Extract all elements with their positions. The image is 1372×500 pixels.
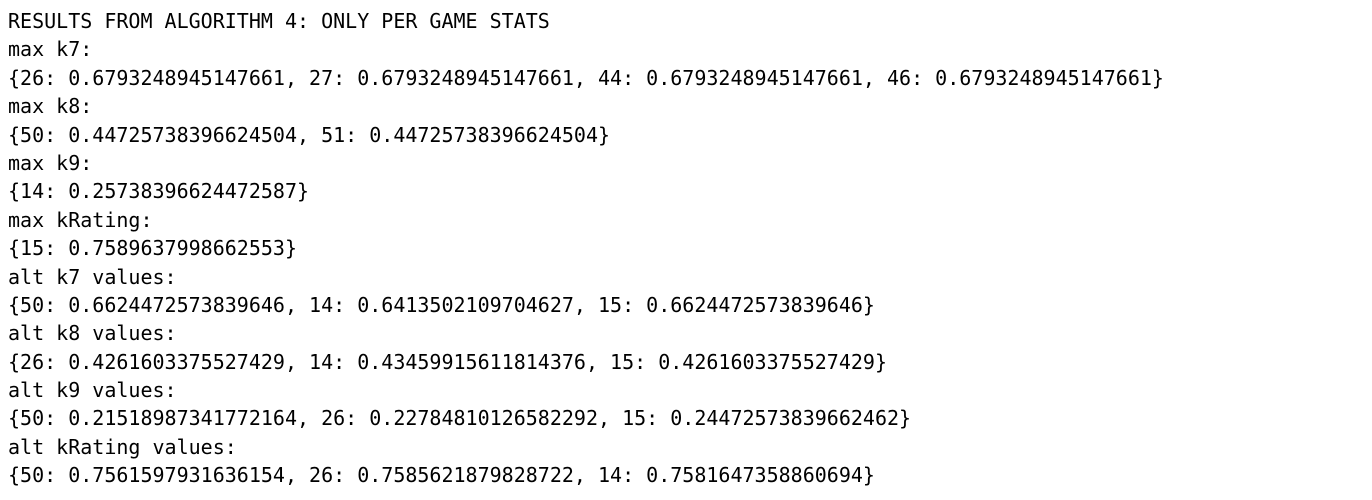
output-line-alt-krating-values: {50: 0.7561597931636154, 26: 0.758562187… (8, 463, 875, 488)
output-line-max-k9-values: {14: 0.25738396624472587} (8, 179, 310, 204)
output-line-alt-k9-label: alt k9 values: (8, 378, 177, 403)
output-line-max-krating-values: {15: 0.7589637998662553} (8, 236, 297, 261)
output-line-max-k9-label: max k9: (8, 150, 93, 175)
output-line-alt-k7-values: {50: 0.6624472573839646, 14: 0.641350210… (8, 292, 875, 317)
output-line-alt-krating-label: alt kRating values: (8, 434, 237, 459)
output-title: RESULTS FROM ALGORITHM 4: ONLY PER GAME … (8, 9, 550, 33)
output-line-max-k7-label: max k7: (8, 37, 93, 62)
output-line-alt-k8-label: alt k8 values: (8, 321, 177, 346)
output-line-max-k8-label: max k8: (8, 94, 93, 119)
terminal-output: RESULTS FROM ALGORITHM 4: ONLY PER GAME … (8, 7, 1364, 490)
output-line-max-krating-label: max kRating: (8, 207, 153, 232)
output-line-max-k7-values: {26: 0.6793248945147661, 27: 0.679324894… (8, 65, 1164, 90)
output-line-alt-k7-label: alt k7 values: (8, 264, 177, 289)
output-line-alt-k9-values: {50: 0.21518987341772164, 26: 0.22784810… (8, 406, 912, 431)
output-line-alt-k8-values: {26: 0.4261603375527429, 14: 0.434599156… (8, 349, 887, 374)
output-line-max-k8-values: {50: 0.44725738396624504, 51: 0.44725738… (8, 122, 611, 147)
